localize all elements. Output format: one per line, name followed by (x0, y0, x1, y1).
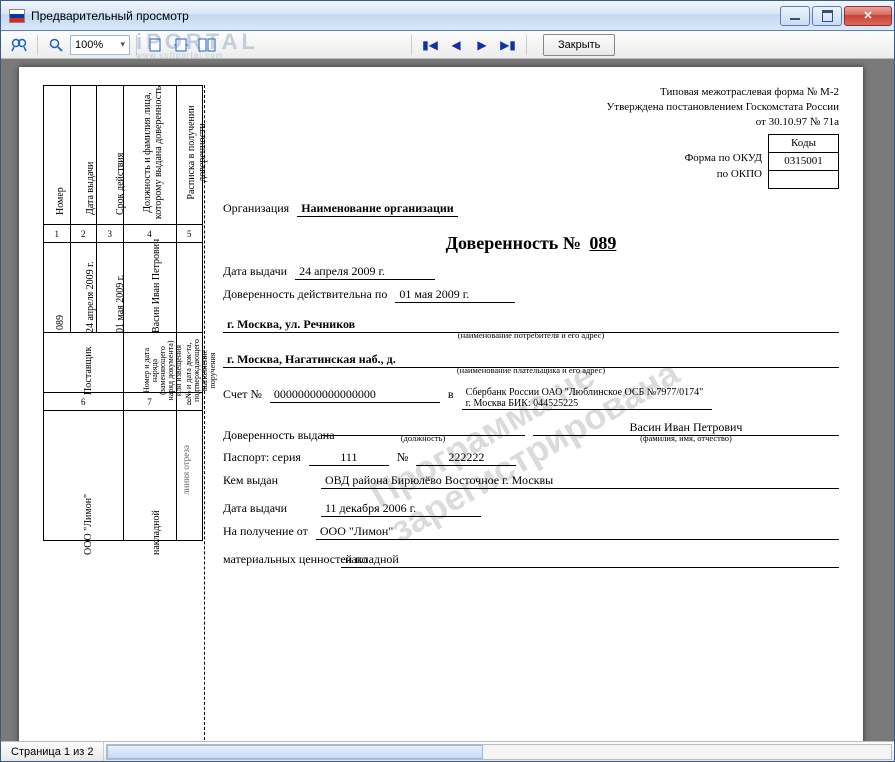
issued-by-value: ОВД района Бирюлёво Восточное г. Москвы (321, 473, 839, 489)
materials-label: материальных ценностей по (223, 552, 333, 567)
toolbar-divider (411, 35, 412, 55)
organization-value: Наименование организации (297, 201, 458, 217)
next-page-button[interactable]: ▶ (470, 34, 494, 56)
close-preview-button[interactable]: Закрыть (543, 34, 615, 56)
passport-date-label: Дата выдачи (223, 501, 313, 516)
last-page-button[interactable]: ▶▮ (496, 34, 520, 56)
approved-line: Утверждена постановлением Госкомстата Ро… (223, 100, 839, 115)
window-buttons (780, 6, 892, 26)
issued-by-label: Кем выдан (223, 473, 313, 488)
account-label: Счет № (223, 387, 262, 402)
receive-from-label: На получение от (223, 524, 308, 539)
approved-date-line: от 30.10.97 № 71а (223, 115, 839, 130)
main-form: Типовая межотраслевая форма № М-2 Утверж… (213, 85, 839, 741)
scrollbar-thumb[interactable] (107, 745, 483, 759)
toolbar-divider (136, 35, 137, 55)
issue-date-value: 24 апреля 2009 г. (295, 264, 435, 280)
page-width-button[interactable] (169, 34, 193, 56)
maximize-button[interactable] (812, 6, 842, 26)
form-type-line: Типовая межотраслевая форма № М-2 (223, 85, 839, 100)
passport-no-label: № (397, 450, 408, 465)
issued-to-label: Доверенность выдана (223, 428, 313, 443)
print-preview-window: Предварительный просмотр 100% iPORTAL ww… (0, 0, 895, 762)
first-page-button[interactable]: ▮◀ (418, 34, 442, 56)
okud-label: Форма по ОКУД (679, 150, 768, 166)
passport-no-value: 222222 (416, 450, 516, 466)
okud-value: 0315001 (769, 152, 839, 170)
passport-series-label: Паспорт: серия (223, 450, 301, 465)
app-icon (9, 9, 25, 23)
passport-date-value: 11 декабря 2006 г. (321, 501, 481, 517)
document-number: 089 (589, 233, 616, 253)
organization-label: Организация (223, 201, 289, 216)
valid-until-label: Доверенность действительна по (223, 287, 387, 302)
toolbar: 100% iPORTAL www.softportal.com ▮◀ ◀ ▶ ▶… (1, 31, 894, 59)
stub-table: Номер Дата выдачи Срок действия Должност… (43, 85, 203, 541)
bank-value: Сбербанк России ОАО "Люблинское ОСБ №797… (462, 387, 712, 410)
zoom-tool-button[interactable] (44, 34, 68, 56)
issue-date-label: Дата выдачи (223, 264, 287, 279)
toolbar-divider (37, 35, 38, 55)
cut-line (204, 85, 205, 741)
page: Программа не зарегистрирована Номер Дата… (19, 67, 863, 741)
okpo-label: по ОКПО (679, 166, 768, 182)
document-title: Доверенность № 089 (223, 233, 839, 254)
okpo-value (769, 170, 839, 188)
titlebar[interactable]: Предварительный просмотр (1, 1, 894, 31)
statusbar: Страница 1 из 2 (1, 741, 894, 761)
horizontal-scrollbar[interactable] (106, 744, 892, 760)
toolbar-divider (526, 35, 527, 55)
page-whole-button[interactable] (143, 34, 167, 56)
receive-from-value: ООО "Лимон" (316, 524, 839, 540)
find-button[interactable] (7, 34, 31, 56)
zoom-value: 100% (75, 39, 103, 51)
page-indicator: Страница 1 из 2 (1, 742, 104, 761)
window-title: Предварительный просмотр (31, 9, 780, 23)
minimize-button[interactable] (780, 6, 810, 26)
page-two-button[interactable] (195, 34, 219, 56)
passport-series-value: 111 (309, 450, 389, 466)
valid-until-value: 01 мая 2009 г. (395, 287, 515, 303)
codes-table: Коды 0315001 (768, 134, 839, 189)
preview-viewport[interactable]: Программа не зарегистрирована Номер Дата… (1, 59, 894, 741)
close-window-button[interactable] (844, 6, 892, 26)
prev-page-button[interactable]: ◀ (444, 34, 468, 56)
materials-doc-value: накладной (341, 552, 839, 568)
account-value: 00000000000000000 (270, 387, 440, 403)
stub-section: Номер Дата выдачи Срок действия Должност… (43, 85, 203, 741)
zoom-combobox[interactable]: 100% (70, 35, 130, 55)
cut-line-label: линия отреза (181, 445, 191, 495)
